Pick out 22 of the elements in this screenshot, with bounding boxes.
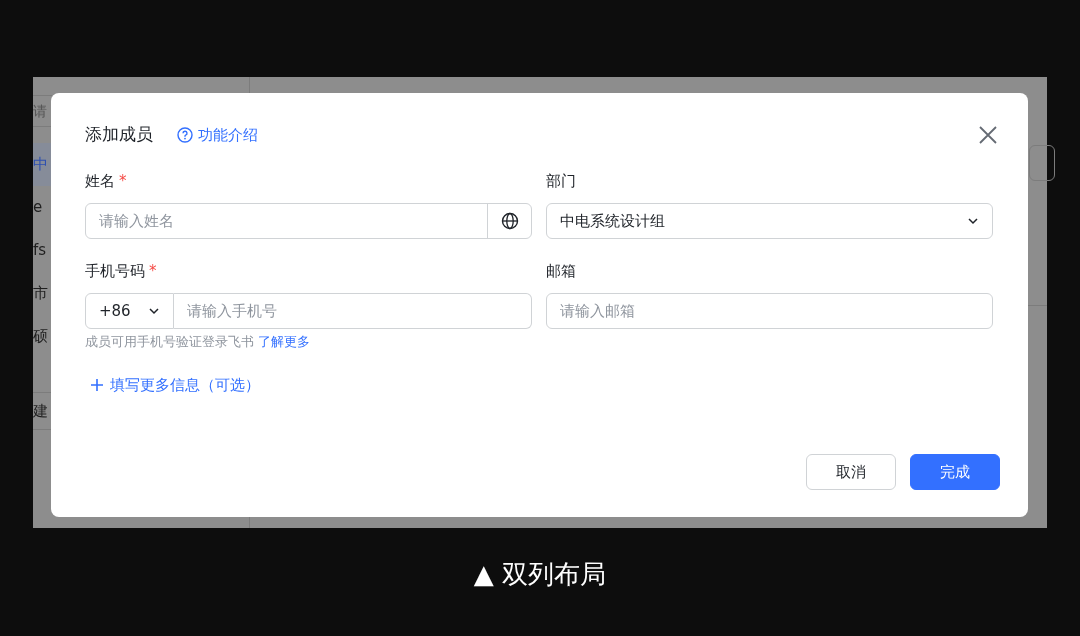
name-field[interactable]: 请输入姓名 [85, 203, 532, 239]
hint-text: 成员可用手机号验证登录飞书 了解更多 [85, 333, 311, 351]
department-select[interactable]: 中电系统设计组 [546, 203, 993, 239]
email-field[interactable]: 请输入邮箱 [547, 294, 992, 328]
cancel-button[interactable]: 取消 [806, 454, 896, 490]
learn-more-link[interactable]: 了解更多 [258, 334, 310, 349]
field-label: 姓名 * [85, 171, 128, 192]
more-info-link[interactable]: 填写更多信息（可选） [90, 373, 260, 397]
field-label: 邮箱 [546, 261, 577, 282]
field-label: 部门 [546, 171, 577, 192]
dialog-title: 添加成员 [85, 123, 153, 147]
done-button[interactable]: 完成 [910, 454, 1000, 490]
help-icon [177, 127, 193, 143]
plus-icon [90, 378, 104, 392]
toolbar-button[interactable] [1029, 145, 1055, 181]
country-code-select[interactable]: +86 [85, 293, 174, 329]
field-label: 手机号码 * [85, 261, 158, 282]
globe-icon [500, 212, 519, 230]
caption: ▲ 双列布局 [473, 558, 607, 591]
name-input[interactable]: 请输入姓名 [86, 204, 487, 238]
phone-field[interactable]: 请输入手机号 [174, 294, 531, 328]
help-link[interactable]: 功能介绍 [177, 123, 258, 147]
